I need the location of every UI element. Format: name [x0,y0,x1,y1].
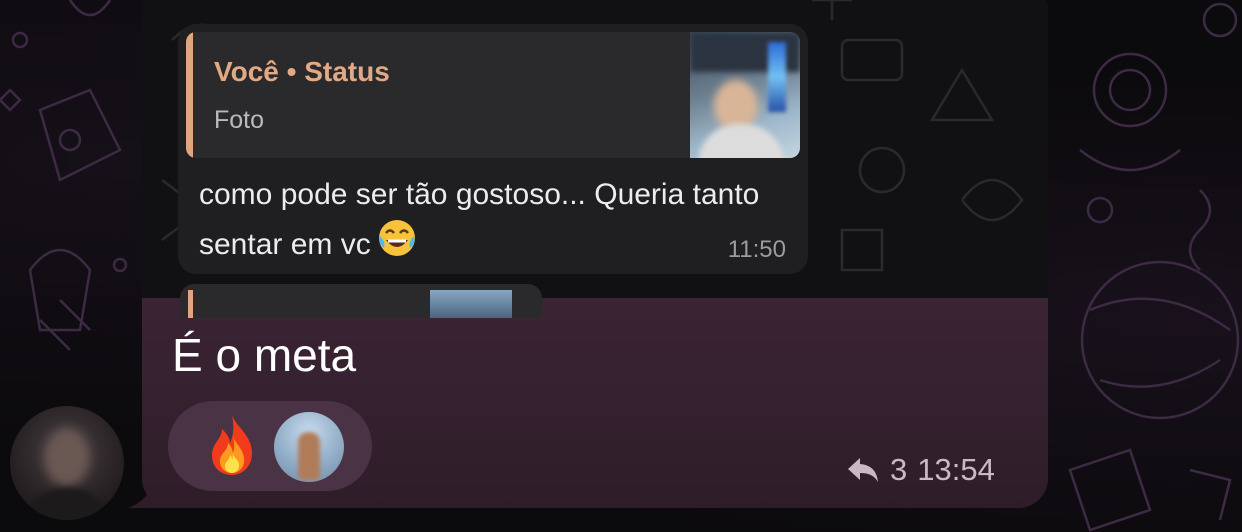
chat-view: Você • Status Foto como pode ser tão gos… [0,0,1242,532]
peek-accent-bar [188,290,193,318]
quoted-message-text: como pode ser tão gostoso... Queria tant… [199,178,760,261]
reply-count[interactable]: 3 [890,452,907,488]
sender-avatar[interactable] [10,406,124,520]
quoted-message[interactable]: Você • Status Foto como pode ser tão gos… [178,24,808,274]
reactor-avatar[interactable] [274,412,344,482]
status-reply-preview[interactable]: Você • Status Foto [186,32,800,158]
avatar-shirt [24,488,110,520]
quoted-message-time: 11:50 [727,236,786,263]
message-meta: 3 13:54 [846,452,995,488]
reply-arrow-icon[interactable] [846,456,880,484]
message-text: É o meta [172,329,357,381]
reactor-figure [298,432,320,480]
status-photo-thumbnail[interactable] [690,32,800,158]
reply-author: Você • Status [214,56,390,87]
reply-snippet: Foto [214,106,265,134]
laughing-emoji-icon [378,220,415,256]
forwarded-item-preview[interactable] [180,284,542,318]
reply-accent-bar [186,32,193,158]
avatar-face [44,428,90,486]
thumb-body [698,124,784,158]
thumb-detail [768,42,786,112]
quoted-message-text-wrap: como pode ser tão gostoso... Queria tant… [199,172,799,268]
peek-thumbnail [430,290,512,318]
message-time: 13:54 [917,452,995,487]
fire-icon[interactable] [202,413,262,477]
